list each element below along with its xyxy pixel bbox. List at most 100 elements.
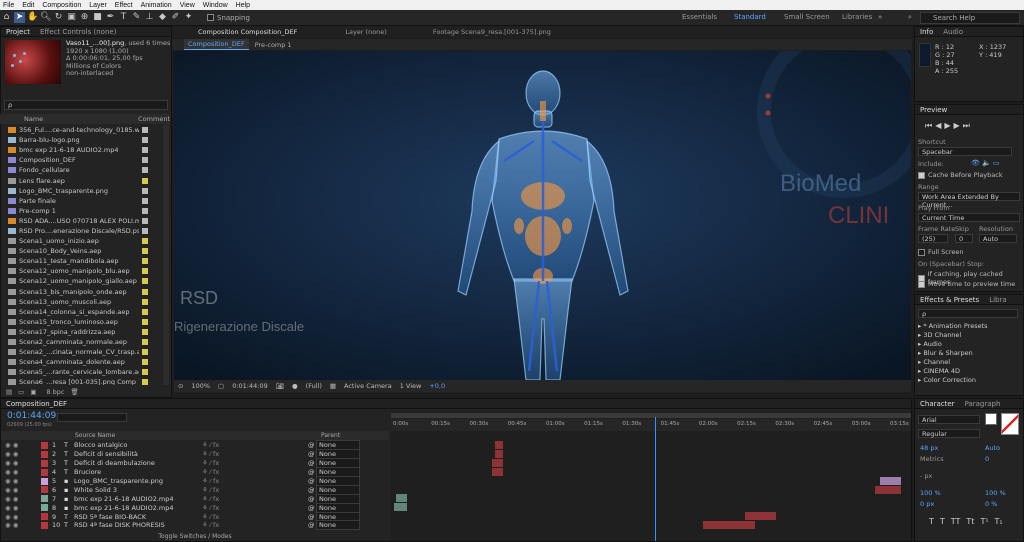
text-style-button[interactable]: TT [951, 517, 961, 526]
text-style-button[interactable]: Tt [966, 517, 974, 526]
playhead[interactable] [655, 417, 657, 541]
layer-name[interactable]: Logo_BMC_trasparente.png [74, 477, 202, 485]
project-item[interactable]: Scena2_...cinata_normale_CV_trasp.aep [0, 347, 162, 357]
tracking-value[interactable]: 0 [985, 455, 989, 463]
vertical-scale-value[interactable]: 100 % [920, 489, 941, 497]
project-item[interactable]: Parte finale [0, 196, 162, 206]
home-icon[interactable]: ⌂ [1, 12, 12, 23]
layer-switches-icon[interactable]: ◉ ◉ [1, 477, 37, 485]
layer-label-color[interactable] [41, 486, 48, 494]
layer-label-color[interactable] [41, 459, 48, 467]
first-frame-icon[interactable]: ⏮ [925, 121, 935, 130]
resolution-dropdown[interactable]: (Full) [306, 382, 322, 390]
column-parent[interactable]: Parent [321, 432, 340, 439]
label-color-swatch[interactable] [142, 137, 148, 144]
label-color-swatch[interactable] [142, 258, 148, 265]
effects-category[interactable]: ▸ Blur & Sharpen [918, 349, 988, 358]
project-item[interactable]: Fondo_cellulare [0, 165, 162, 175]
stroke-width-value[interactable]: - px [920, 472, 932, 480]
parent-pickwhip-icon[interactable]: @ [308, 521, 316, 529]
label-color-swatch[interactable] [142, 278, 148, 285]
text-style-button[interactable]: T₁ [995, 517, 1003, 526]
layer-label-color[interactable] [41, 495, 48, 503]
project-item[interactable]: Scena10_Body_Veins.aep [0, 246, 162, 256]
layer-label-color[interactable] [41, 513, 48, 521]
layer-duration-bar[interactable] [396, 494, 407, 503]
stroke-color-swatch[interactable] [1001, 413, 1019, 435]
full-screen[interactable]: Full Screen [918, 248, 964, 256]
layer-switches-icon[interactable]: ◉ ◉ [1, 459, 37, 467]
roto-brush-tool-icon[interactable]: ✐ [170, 12, 181, 23]
layer-label-color[interactable] [41, 504, 48, 512]
layer-switch-icons[interactable]: ⚘ ⁄ fx [202, 468, 308, 476]
layer-duration-bar[interactable] [495, 449, 503, 458]
parent-pickwhip-icon[interactable]: @ [308, 441, 316, 449]
fit-icon[interactable]: ▢ [218, 382, 224, 390]
layer-switches-icon[interactable]: ◉ ◉ [1, 450, 37, 458]
effects-search-input[interactable]: ρ [918, 309, 1018, 318]
column-comment[interactable]: Comment [138, 115, 170, 123]
timeline-graph[interactable]: 0:00s 00:15s 00:30s 00:45s 01:00s 01:15s 01:30… [391, 411, 911, 541]
effects-category[interactable]: ▸ Channel [918, 358, 988, 367]
font-family-dropdown[interactable]: Arial [918, 415, 980, 424]
menu-animation[interactable]: Animation [141, 2, 172, 9]
label-color-swatch[interactable] [142, 248, 148, 255]
tab-effects-presets[interactable]: Effects & Presets [915, 296, 984, 304]
next-frame-icon[interactable]: ▶ [954, 121, 963, 130]
skip-dropdown[interactable]: 0 [955, 234, 973, 243]
menu-layer[interactable]: Layer [89, 2, 107, 9]
label-color-swatch[interactable] [142, 328, 148, 335]
parent-dropdown[interactable]: None [316, 520, 360, 531]
workspace-essentials[interactable]: Essentials [682, 13, 717, 21]
project-item[interactable]: Scena17_spina_raddrizza.aep [0, 327, 162, 337]
label-color-swatch[interactable] [142, 369, 148, 376]
layer-duration-bar[interactable] [495, 441, 503, 449]
range-dropdown[interactable]: Work Area Extended By Current... [918, 192, 1020, 209]
project-item[interactable]: Scena2_camminata_normale.aep [0, 337, 162, 347]
text-style-button[interactable]: T [940, 517, 945, 526]
menu-view[interactable]: View [180, 2, 195, 9]
layer-switches-icon[interactable]: ◉ ◉ [1, 441, 37, 449]
layer-label-color[interactable] [41, 441, 48, 449]
project-item[interactable]: Pre-comp 1 [0, 206, 162, 216]
layer-switch-icons[interactable]: ⚘ ⁄ fx [202, 441, 308, 449]
search-help-input[interactable]: Search Help [920, 12, 1020, 24]
shortcut-dropdown[interactable]: Spacebar [918, 147, 1012, 156]
layer-name[interactable]: Bruciore [74, 468, 202, 476]
color-channel-icon[interactable]: ● [292, 382, 298, 390]
menu-help[interactable]: Help [236, 2, 250, 9]
parent-pickwhip-icon[interactable]: @ [308, 495, 316, 503]
label-color-swatch[interactable] [142, 147, 148, 154]
type-tool-icon[interactable]: T [118, 12, 129, 23]
play-icon[interactable]: ▶ [944, 121, 953, 130]
label-color-swatch[interactable] [142, 217, 148, 224]
subtab-pre-comp-1[interactable]: Pre-comp 1 [255, 41, 292, 49]
tab-composition[interactable]: Composition Composition_DEF [198, 28, 297, 36]
label-color-swatch[interactable] [142, 308, 148, 315]
label-color-swatch[interactable] [142, 379, 148, 385]
last-frame-icon[interactable]: ⏭ [963, 121, 973, 130]
parent-pickwhip-icon[interactable]: @ [308, 504, 316, 512]
effects-category[interactable]: ▸ Color Correction [918, 376, 988, 385]
project-item[interactable]: Logo_BMC_trasparente.png [0, 186, 162, 196]
timeline-timecode[interactable]: 0:01:44:09 [7, 411, 56, 421]
work-area-bar[interactable] [391, 413, 911, 418]
label-color-swatch[interactable] [142, 157, 148, 164]
label-color-swatch[interactable] [142, 177, 148, 184]
trash-icon[interactable]: 🗑︎ [71, 388, 79, 396]
label-color-swatch[interactable] [142, 349, 148, 356]
layer-switch-icons[interactable]: ⚘ ⁄ fx [202, 495, 308, 503]
parent-pickwhip-icon[interactable]: @ [308, 477, 316, 485]
label-color-swatch[interactable] [142, 238, 148, 245]
include-video-audio-icons[interactable]: 👁︎ 🔈 ▭ [971, 159, 1000, 167]
search-help-icon[interactable]: ⌕ [908, 13, 912, 22]
always-preview-icon[interactable]: ⊙ [178, 382, 183, 390]
label-color-swatch[interactable] [142, 318, 148, 325]
layer-name[interactable]: RSD 5ª fase BIO-BACK [74, 513, 202, 521]
layer-switch-icons[interactable]: ⚘ ⁄ fx [202, 513, 308, 521]
layer-switches-icon[interactable]: ◉ ◉ [1, 513, 37, 521]
clone-stamp-tool-icon[interactable]: ⊥ [144, 12, 155, 23]
project-item[interactable]: Scena14_colonna_si_espande.aep [0, 307, 162, 317]
label-color-swatch[interactable] [142, 207, 148, 214]
pan-behind-tool-icon[interactable]: ⊕ [79, 12, 90, 23]
